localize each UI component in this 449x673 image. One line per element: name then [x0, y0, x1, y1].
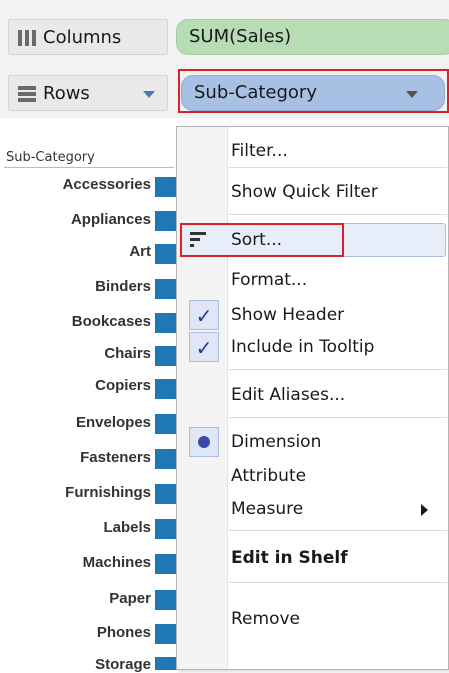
menu-item-show-quick-filter[interactable]: Show Quick Filter [231, 182, 378, 202]
columns-pill-sum-sales[interactable]: SUM(Sales) [176, 19, 449, 55]
menu-separator [229, 417, 447, 418]
category-label-furnishings[interactable]: Furnishings [0, 484, 151, 501]
menu-item-attribute[interactable]: Attribute [231, 466, 306, 486]
rows-pill-highlight-box [178, 69, 449, 113]
sort-highlight-box [180, 223, 344, 257]
category-label-art[interactable]: Art [0, 243, 151, 260]
menu-item-remove[interactable]: Remove [231, 609, 300, 629]
bar-chairs[interactable] [155, 346, 177, 366]
menu-item-edit-aliases[interactable]: Edit Aliases... [231, 385, 345, 405]
bar-labels[interactable] [155, 519, 177, 539]
columns-shelf-label: Columns [8, 19, 168, 55]
columns-icon [18, 30, 36, 46]
bar-appliances[interactable] [155, 211, 177, 231]
menu-item-dimension[interactable]: Dimension [231, 432, 321, 452]
menu-item-edit-in-shelf[interactable]: Edit in Shelf [231, 548, 348, 568]
bar-machines[interactable] [155, 554, 177, 574]
menu-separator [229, 167, 447, 168]
axis-header-sub-category: Sub-Category [6, 150, 95, 165]
bar-bookcases[interactable] [155, 313, 177, 333]
shelves-area: Columns SUM(Sales) Rows Sub-Category [0, 0, 449, 118]
rows-shelf-label[interactable]: Rows [8, 75, 168, 111]
menu-separator [229, 214, 447, 215]
bar-art[interactable] [155, 244, 177, 264]
checkmark-icon: ✓ [189, 300, 219, 330]
rows-dropdown-caret-icon[interactable] [143, 91, 155, 98]
menu-separator [229, 582, 447, 583]
checkmark-icon: ✓ [189, 332, 219, 362]
menu-item-measure[interactable]: Measure [231, 499, 303, 519]
bar-furnishings[interactable] [155, 484, 177, 504]
category-label-accessories[interactable]: Accessories [0, 176, 151, 193]
bar-accessories[interactable] [155, 177, 177, 197]
bar-paper[interactable] [155, 590, 177, 610]
category-label-machines[interactable]: Machines [0, 554, 151, 571]
menu-icon-gutter [177, 127, 228, 669]
pill-context-menu: Filter... Show Quick Filter Sort... Form… [176, 126, 449, 670]
category-label-labels[interactable]: Labels [0, 519, 151, 536]
menu-item-include-in-tooltip[interactable]: Include in Tooltip [231, 337, 374, 357]
category-label-chairs[interactable]: Chairs [0, 345, 151, 362]
rows-icon [18, 86, 36, 102]
bar-fasteners[interactable] [155, 449, 177, 469]
bar-binders[interactable] [155, 279, 177, 299]
category-label-copiers[interactable]: Copiers [0, 377, 151, 394]
columns-label: Columns [43, 27, 122, 48]
category-label-binders[interactable]: Binders [0, 278, 151, 295]
category-label-appliances[interactable]: Appliances [0, 211, 151, 228]
menu-item-show-header[interactable]: Show Header [231, 305, 344, 325]
category-label-fasteners[interactable]: Fasteners [0, 449, 151, 466]
category-label-storage[interactable]: Storage [0, 656, 151, 673]
menu-item-format[interactable]: Format... [231, 270, 307, 290]
columns-pill-label: SUM(Sales) [189, 26, 292, 47]
category-label-envelopes[interactable]: Envelopes [0, 414, 151, 431]
menu-separator [229, 530, 447, 531]
submenu-arrow-icon [421, 504, 428, 516]
radio-selected-icon [189, 427, 219, 457]
bar-envelopes[interactable] [155, 414, 177, 434]
axis-divider [4, 167, 174, 168]
category-label-bookcases[interactable]: Bookcases [0, 313, 151, 330]
rows-label: Rows [43, 83, 90, 104]
bar-copiers[interactable] [155, 379, 177, 399]
menu-separator [229, 369, 447, 370]
category-label-paper[interactable]: Paper [0, 590, 151, 607]
category-label-phones[interactable]: Phones [0, 624, 151, 641]
bar-storage[interactable] [155, 657, 177, 670]
bar-phones[interactable] [155, 624, 177, 644]
menu-item-filter[interactable]: Filter... [231, 141, 288, 161]
